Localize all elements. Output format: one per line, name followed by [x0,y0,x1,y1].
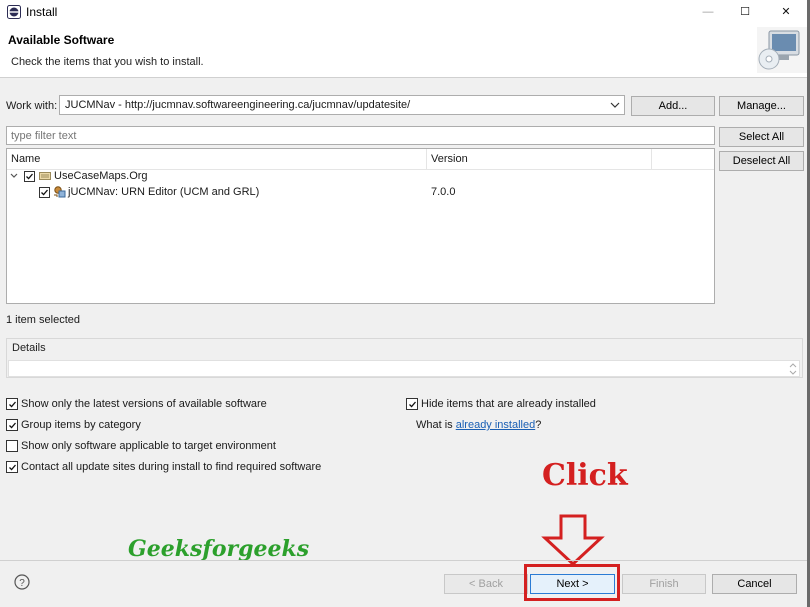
deselect-all-button[interactable]: Deselect All [719,151,804,171]
selection-status: 1 item selected [6,314,80,326]
option-applicable-only[interactable]: Show only software applicable to target … [6,440,276,452]
already-installed-suffix: ? [535,419,542,431]
manage-button[interactable]: Manage... [719,96,804,116]
column-divider[interactable] [426,149,427,169]
column-header-version[interactable]: Version [431,153,468,165]
latest-versions-label: Show only the latest versions of availab… [21,398,267,410]
category-label: UseCaseMaps.Org [54,170,148,182]
tree-row-feature[interactable]: jUCMNav: URN Editor (UCM and GRL) 7.0.0 [7,185,714,201]
already-installed-row: What is already installed? [416,419,541,431]
footer-divider [0,560,810,561]
cancel-button[interactable]: Cancel [712,574,797,594]
eclipse-app-icon [7,5,21,19]
option-hide-installed[interactable]: Hide items that are already installed [406,398,596,410]
chevron-down-icon[interactable] [609,98,621,112]
work-with-label: Work with: [6,100,58,112]
applicable-only-label: Show only software applicable to target … [21,440,276,452]
close-button[interactable]: ✕ [766,2,806,22]
window-title: Install [26,5,58,19]
minimize-button[interactable]: — [688,2,728,22]
tree-header: Name Version [7,149,714,170]
page-title: Available Software [8,33,115,47]
watermark-text: Geeksforgeeks [128,536,310,562]
select-all-button[interactable]: Select All [719,127,804,147]
wizard-header [0,25,810,78]
feature-label: jUCMNav: URN Editor (UCM and GRL) [68,186,260,198]
applicable-only-checkbox[interactable] [6,440,18,452]
work-with-value: JUCMNav - http://jucmnav.softwareenginee… [65,99,411,111]
help-icon[interactable]: ? [14,574,30,590]
details-label: Details [12,342,46,354]
already-installed-prefix: What is [416,419,456,431]
details-text-area[interactable] [8,360,800,377]
group-by-category-checkbox[interactable] [6,419,18,431]
option-latest-versions[interactable]: Show only the latest versions of availab… [6,398,267,410]
option-contact-update-sites[interactable]: Contact all update sites during install … [6,461,321,473]
work-with-combo[interactable]: JUCMNav - http://jucmnav.softwareenginee… [59,95,625,115]
filter-input[interactable] [6,126,715,145]
next-highlight-box [524,564,620,601]
group-by-category-label: Group items by category [21,419,141,431]
expand-chevron-icon[interactable] [9,171,19,181]
page-description: Check the items that you wish to install… [11,56,204,68]
column-divider[interactable] [651,149,652,169]
feature-checkbox[interactable] [39,187,50,198]
maximize-button[interactable]: ☐ [725,2,765,22]
software-tree[interactable]: Name Version UseCaseMaps.Org jUCMNav: UR… [6,148,715,304]
hide-installed-checkbox[interactable] [406,398,418,410]
down-arrow-annotation-icon [541,514,605,567]
help-glyph: ? [19,578,25,589]
add-button[interactable]: Add... [631,96,715,116]
click-annotation-text: Click [542,458,628,493]
option-group-by-category[interactable]: Group items by category [6,419,141,431]
hide-installed-label: Hide items that are already installed [421,398,596,410]
back-button[interactable]: < Back [444,574,528,594]
plugin-feature-icon [53,185,66,198]
feature-version: 7.0.0 [431,186,456,198]
contact-update-sites-label: Contact all update sites during install … [21,461,322,473]
category-icon [39,171,51,181]
latest-versions-checkbox[interactable] [6,398,18,410]
finish-button[interactable]: Finish [622,574,706,594]
tree-row-category[interactable]: UseCaseMaps.Org [7,169,714,185]
details-scroll-arrows-icon[interactable] [788,362,798,376]
contact-update-sites-checkbox[interactable] [6,461,18,473]
category-checkbox[interactable] [24,171,35,182]
already-installed-link[interactable]: already installed [456,419,536,431]
install-wizard-icon [757,27,807,73]
column-header-name[interactable]: Name [11,153,40,165]
